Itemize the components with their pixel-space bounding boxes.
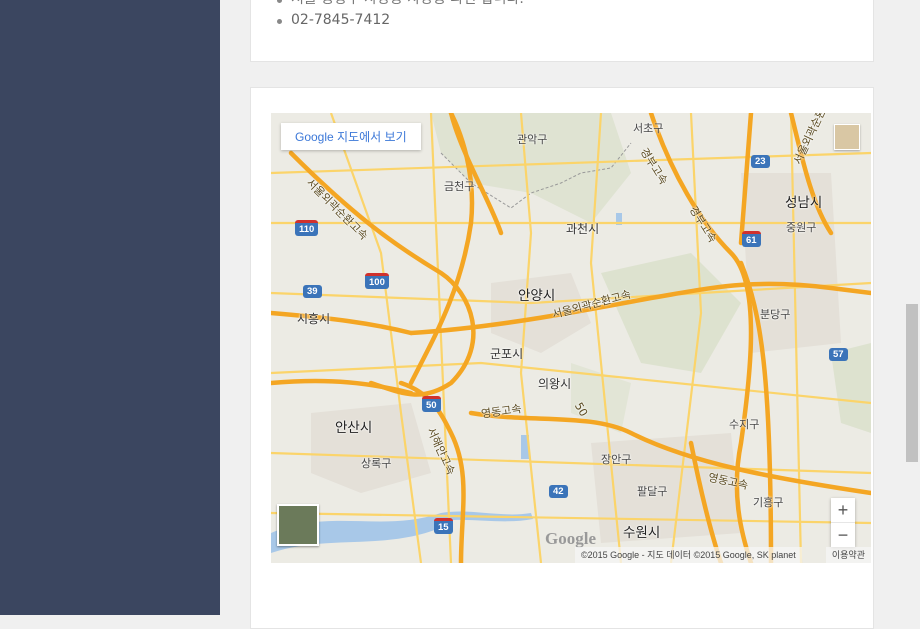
- map-copyright: ©2015 Google - 지도 데이터 ©2015 Google, SK p…: [575, 547, 802, 563]
- route-shield: 39: [303, 285, 322, 298]
- place-label: 장안구: [601, 453, 632, 466]
- route-shield: 15: [434, 518, 453, 534]
- address-line: 서울 중랑구 사당동 사당동 파편 합니다.: [277, 0, 873, 10]
- place-label: 분당구: [760, 308, 791, 321]
- place-label: 중원구: [786, 221, 817, 234]
- open-in-google-maps-button[interactable]: Google 지도에서 보기: [281, 123, 421, 150]
- place-label: 의왕시: [538, 377, 572, 391]
- terms-link[interactable]: 이용약관: [825, 547, 871, 563]
- phone-line: 02-7845-7412: [277, 10, 873, 31]
- sidebar: [0, 0, 220, 615]
- route-shield: 61: [742, 231, 761, 247]
- place-label: 서초구: [633, 122, 664, 135]
- satellite-toggle-button[interactable]: [277, 504, 319, 546]
- route-shield: 42: [549, 485, 568, 498]
- place-label: 기흥구: [753, 496, 784, 509]
- zoom-out-button[interactable]: −: [831, 523, 855, 547]
- place-label: 상록구: [361, 457, 392, 470]
- route-shield: 50: [422, 396, 441, 412]
- user-avatar-icon[interactable]: [834, 124, 860, 150]
- contact-list: 서울 중랑구 사당동 사당동 파편 합니다. 02-7845-7412: [251, 0, 873, 31]
- place-label: 과천시: [566, 222, 600, 236]
- place-label: 금천구: [444, 180, 475, 193]
- place-label: 안양시: [518, 288, 556, 304]
- scrollbar-thumb[interactable]: [906, 304, 918, 462]
- contact-info-card: 서울 중랑구 사당동 사당동 파편 합니다. 02-7845-7412: [250, 0, 874, 62]
- route-shield: 57: [829, 348, 848, 361]
- zoom-in-button[interactable]: +: [831, 498, 855, 522]
- route-shield: 100: [365, 273, 389, 289]
- map-card: 성남시 안양시 군포시 의왕시 시흥시 안산시 수원시 과천시 금천구 관악구 …: [250, 87, 874, 629]
- page-scrollbar[interactable]: [904, 0, 920, 615]
- place-label: 팔달구: [637, 485, 668, 498]
- main-content: 서울 중랑구 사당동 사당동 파편 합니다. 02-7845-7412: [220, 0, 904, 629]
- route-shield: 110: [295, 220, 319, 236]
- place-label: 군포시: [490, 347, 524, 361]
- google-logo: Google: [545, 529, 596, 548]
- place-label: 안산시: [335, 420, 373, 436]
- map-embed[interactable]: 성남시 안양시 군포시 의왕시 시흥시 안산시 수원시 과천시 금천구 관악구 …: [271, 113, 871, 563]
- place-label: 관악구: [517, 133, 548, 146]
- place-label: 수원시: [623, 525, 661, 541]
- place-label: 성남시: [785, 195, 823, 211]
- place-label: 시흥시: [297, 312, 331, 326]
- place-label: 수지구: [729, 418, 760, 431]
- route-shield: 23: [751, 155, 770, 168]
- zoom-control: + −: [831, 498, 855, 547]
